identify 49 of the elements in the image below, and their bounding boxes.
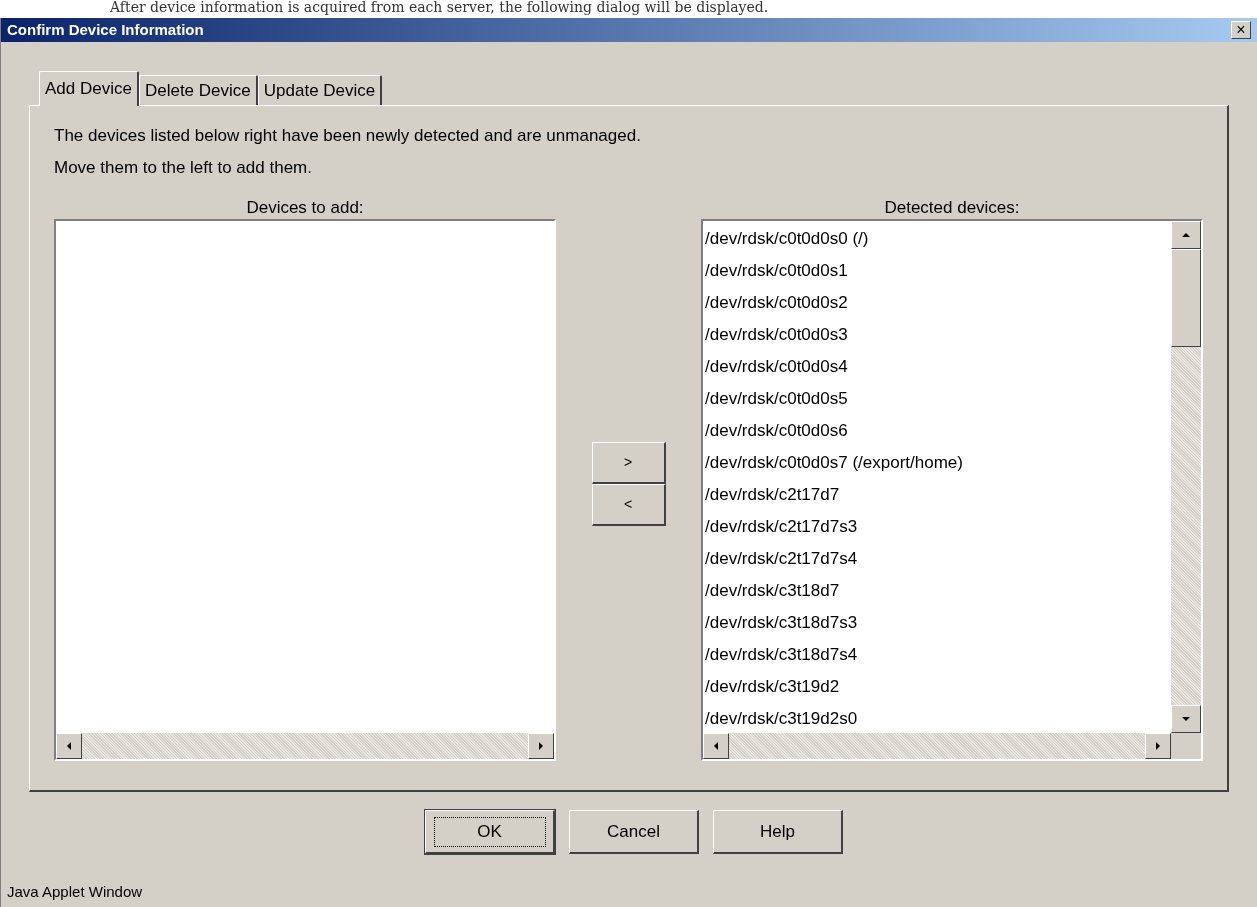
list-item[interactable]: /dev/rdsk/c0t0d0s3: [705, 319, 1171, 351]
list-label: Detected devices:: [883, 197, 1021, 219]
scroll-right-button[interactable]: [528, 733, 554, 759]
status-bar-text: Java Applet Window: [6, 881, 144, 902]
list-item[interactable]: /dev/rdsk/c3t18d7: [705, 575, 1171, 607]
tab[interactable]: Add Device: [39, 71, 139, 106]
dialog-button[interactable]: Cancel: [569, 810, 699, 854]
list-item[interactable]: /dev/rdsk/c0t0d0s6: [705, 415, 1171, 447]
caption-text: After device information is acquired from each server, the following dialog will be displayed.: [109, 0, 770, 17]
scroll-left-button[interactable]: [703, 733, 729, 759]
down-arrow-icon: [1182, 715, 1190, 723]
list-item[interactable]: /dev/rdsk/c0t0d0s7 (/export/home): [705, 447, 1171, 479]
scroll-right-button[interactable]: [1145, 733, 1171, 759]
description-text: The devices listed below right have been newly detected and are unmanaged.: [54, 125, 642, 147]
move-button[interactable]: <: [591, 484, 666, 526]
left-arrow-icon: [712, 742, 720, 750]
up-arrow-icon: [1182, 231, 1190, 239]
right-arrow-icon: [1154, 742, 1162, 750]
right-arrow-icon: [537, 742, 545, 750]
scrollbar-corner: [1171, 733, 1201, 759]
list-item[interactable]: /dev/rdsk/c2t17d7: [705, 479, 1171, 511]
scroll-up-button[interactable]: [1171, 221, 1201, 249]
list-item[interactable]: /dev/rdsk/c0t0d0s1: [705, 255, 1171, 287]
scrollbar-thumb[interactable]: [1171, 249, 1201, 347]
list-item[interactable]: /dev/rdsk/c3t18d7s4: [705, 639, 1171, 671]
move-button[interactable]: >: [591, 442, 666, 484]
window-title: Confirm Device Information: [7, 19, 204, 40]
horizontal-scrollbar[interactable]: [703, 733, 1171, 759]
list-label: Devices to add:: [245, 197, 365, 219]
list-item[interactable]: /dev/rdsk/c0t0d0s2: [705, 287, 1171, 319]
vertical-scrollbar[interactable]: [1171, 221, 1201, 733]
dialog-button[interactable]: Help: [713, 810, 843, 854]
list-item[interactable]: /dev/rdsk/c3t18d7s3: [705, 607, 1171, 639]
left-arrow-icon: [65, 742, 73, 750]
scroll-left-button[interactable]: [56, 733, 82, 759]
list-item[interactable]: /dev/rdsk/c2t17d7s3: [705, 511, 1171, 543]
tab[interactable]: Delete Device: [138, 75, 258, 105]
close-button[interactable]: ×: [1231, 21, 1251, 39]
scroll-down-button[interactable]: [1171, 705, 1201, 733]
horizontal-scrollbar[interactable]: [56, 733, 554, 759]
list-item[interactable]: /dev/rdsk/c0t0d0s4: [705, 351, 1171, 383]
description-text: Move them to the left to add them.: [54, 157, 313, 179]
tab[interactable]: Update Device: [257, 75, 383, 105]
list-item[interactable]: /dev/rdsk/c3t19d2s0: [705, 703, 1171, 733]
list-item[interactable]: /dev/rdsk/c0t0d0s5: [705, 383, 1171, 415]
dialog-button[interactable]: OK: [425, 810, 555, 854]
list-item[interactable]: /dev/rdsk/c2t17d7s4: [705, 543, 1171, 575]
list-item[interactable]: /dev/rdsk/c0t0d0s0 (/): [705, 223, 1171, 255]
list-item[interactable]: /dev/rdsk/c3t19d2: [705, 671, 1171, 703]
